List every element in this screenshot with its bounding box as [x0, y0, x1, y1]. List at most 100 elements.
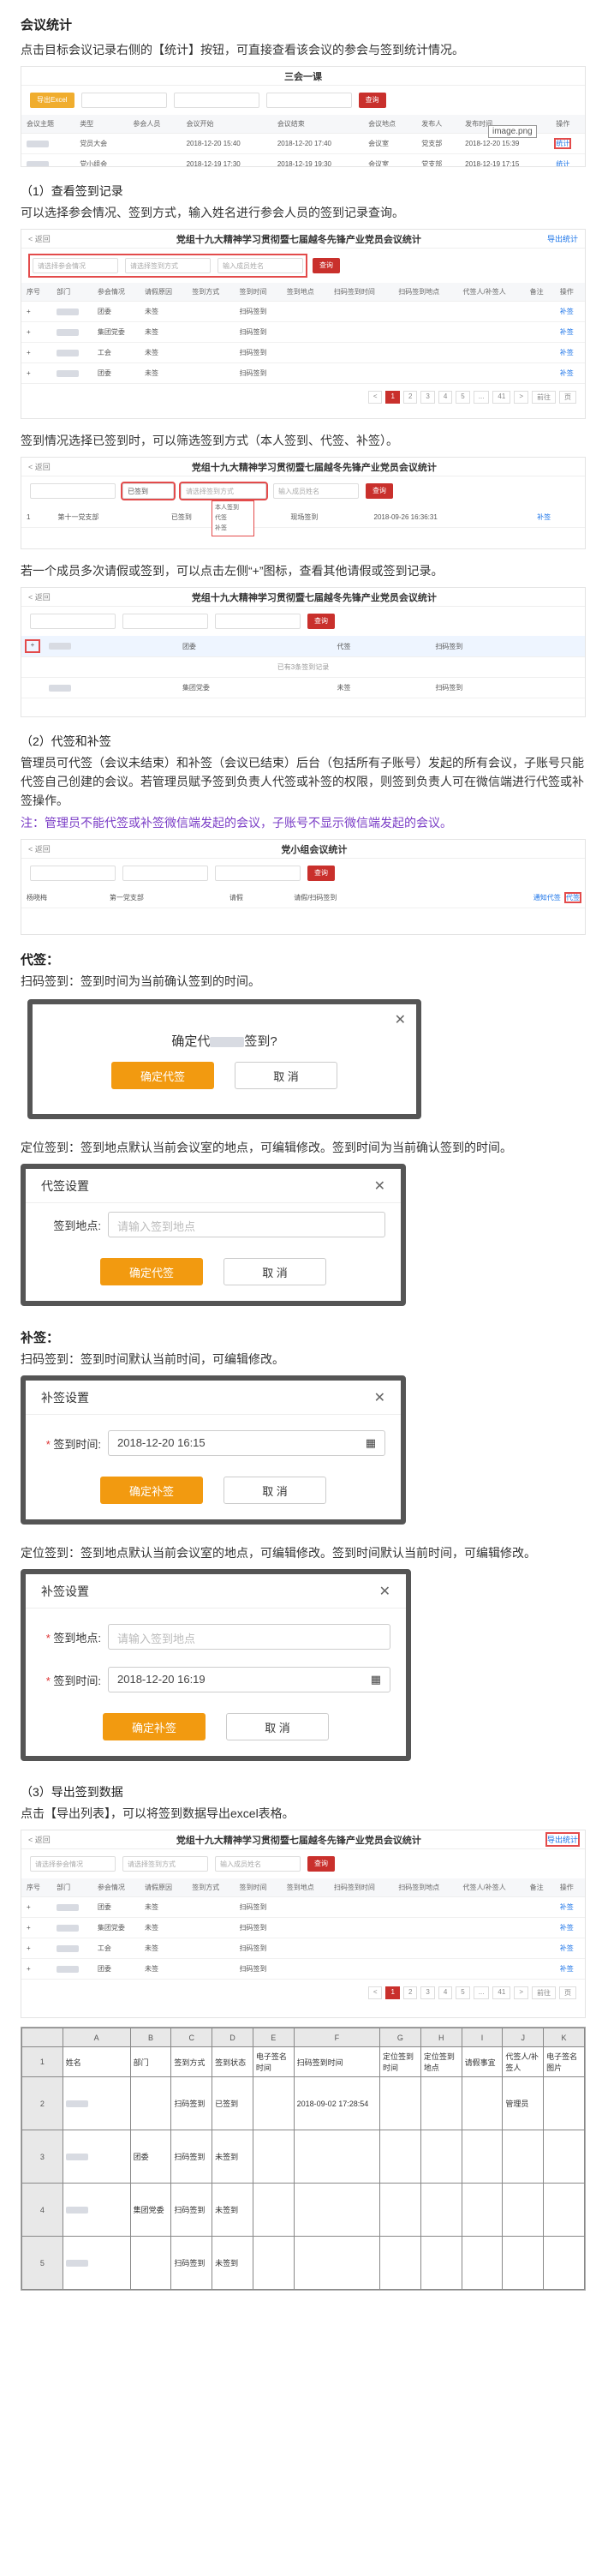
expand-icon[interactable]: + — [21, 1917, 52, 1938]
name-input[interactable]: 输入成员姓名 — [218, 258, 303, 273]
search-button[interactable]: 查询 — [307, 866, 335, 881]
pager-item[interactable]: > — [514, 1986, 528, 1999]
pager-item[interactable]: 页 — [559, 391, 576, 404]
tab-label[interactable]: 三会一课 — [28, 69, 578, 83]
search-button[interactable]: 查询 — [307, 1856, 335, 1872]
confirm-supplement-button[interactable]: 确定补签 — [103, 1713, 206, 1740]
close-icon[interactable]: ✕ — [395, 1011, 406, 1028]
mode-select[interactable]: 请选择签到方式 — [125, 258, 211, 273]
location-input[interactable]: 请输入签到地点 — [108, 1212, 385, 1237]
pager-item[interactable]: 41 — [492, 391, 511, 404]
pager-item[interactable]: ... — [473, 1986, 490, 1999]
confirm-supplement-button[interactable]: 确定补签 — [100, 1477, 203, 1504]
confirm-proxy-button[interactable]: 确定代签 — [100, 1258, 203, 1285]
search-button[interactable]: 查询 — [358, 93, 386, 108]
close-icon[interactable]: ✕ — [374, 1177, 385, 1195]
proxy-sign-link[interactable]: 代签 — [564, 892, 581, 903]
pager-item[interactable]: 2 — [402, 391, 418, 404]
filter-box[interactable] — [215, 866, 301, 881]
cancel-button[interactable]: 取 消 — [235, 1062, 337, 1089]
supplement-link[interactable]: 补签 — [554, 1958, 585, 1980]
expand-plus-icon[interactable]: + — [25, 639, 40, 653]
supplement-link[interactable]: 补签 — [554, 1917, 585, 1938]
dropdown-option[interactable]: 补签 — [215, 524, 251, 534]
pager-item[interactable]: 前往 — [532, 391, 556, 404]
pager-item[interactable]: 1 — [385, 391, 400, 404]
pager-item[interactable]: 前往 — [532, 1986, 556, 1999]
back-link[interactable]: < 返回 — [28, 233, 51, 244]
expand-icon[interactable]: + — [21, 321, 52, 343]
search-button[interactable]: 查询 — [307, 614, 335, 629]
expand-icon[interactable]: + — [21, 342, 52, 363]
filter-box[interactable] — [30, 866, 116, 881]
expand-icon[interactable]: + — [21, 1958, 52, 1980]
pager-item[interactable]: 2 — [402, 1986, 418, 1999]
name-input[interactable]: 输入成员姓名 — [215, 1856, 301, 1872]
filter-box[interactable] — [122, 866, 208, 881]
pager-item[interactable]: 4 — [438, 391, 453, 404]
filter-box[interactable] — [215, 614, 301, 629]
mode-select[interactable]: 请选择签到方式 — [179, 482, 268, 500]
cancel-button[interactable]: 取 消 — [226, 1713, 329, 1740]
pager-item[interactable]: 3 — [420, 1986, 435, 1999]
table-cell — [461, 2130, 504, 2184]
pager-item[interactable]: 1 — [385, 1986, 400, 1999]
pager-item[interactable]: 页 — [559, 1986, 576, 1999]
supplement-link[interactable]: 补签 — [554, 321, 585, 343]
supplement-link[interactable]: 补签 — [554, 301, 585, 322]
dropdown-option[interactable]: 本人签到 — [215, 503, 251, 513]
table-cell — [293, 2130, 381, 2184]
pager-item[interactable]: 5 — [456, 1986, 470, 1999]
proxy-setting-dialog: 代签设置 ✕ 签到地点: 请输入签到地点 确定代签 取 消 — [21, 1164, 406, 1306]
mode-select[interactable]: 请选择签到方式 — [122, 1856, 208, 1872]
export-button[interactable]: 导出Excel — [30, 93, 74, 108]
time-input[interactable]: 2018-12-20 16:19 ▦ — [108, 1667, 390, 1692]
supplement-link[interactable]: 补签 — [532, 507, 585, 528]
pager-item[interactable]: < — [367, 1986, 383, 1999]
back-link[interactable]: < 返回 — [28, 843, 51, 854]
stat-link[interactable]: 统计 — [554, 138, 572, 149]
status-select[interactable]: 请选择参会情况 — [30, 1856, 116, 1872]
filter-box[interactable] — [30, 614, 116, 629]
dropdown-option[interactable]: 代签 — [215, 513, 251, 524]
close-icon[interactable]: ✕ — [379, 1583, 390, 1600]
cancel-button[interactable]: 取 消 — [224, 1258, 326, 1285]
status-select[interactable]: 请选择参会情况 — [33, 258, 118, 273]
time-input[interactable]: 2018-12-20 16:15 ▦ — [108, 1430, 385, 1456]
search-button[interactable]: 查询 — [313, 258, 340, 273]
supplement-link[interactable]: 补签 — [554, 1938, 585, 1959]
close-icon[interactable]: ✕ — [374, 1389, 385, 1406]
pager-item[interactable]: ... — [473, 391, 490, 404]
pager-item[interactable]: > — [514, 391, 528, 404]
expand-icon[interactable]: + — [21, 362, 52, 384]
back-link[interactable]: < 返回 — [28, 1834, 51, 1845]
filter-box[interactable] — [30, 483, 116, 499]
name-input[interactable]: 输入成员姓名 — [273, 483, 359, 499]
expand-icon[interactable]: + — [21, 301, 52, 322]
supplement-link[interactable]: 补签 — [554, 1896, 585, 1918]
cancel-button[interactable]: 取 消 — [224, 1477, 326, 1504]
filter-box[interactable] — [265, 93, 352, 108]
expand-icon[interactable]: + — [21, 1938, 52, 1959]
status-select[interactable]: 已签到 — [121, 482, 176, 500]
expand-icon[interactable]: + — [21, 1896, 52, 1918]
supplement-link[interactable]: 补签 — [554, 342, 585, 363]
export-link[interactable]: 导出统计 — [545, 1832, 581, 1847]
supplement-link[interactable]: 补签 — [554, 362, 585, 384]
stat-link[interactable]: 统计 — [556, 160, 569, 166]
filter-box[interactable] — [173, 93, 259, 108]
search-button[interactable]: 查询 — [366, 483, 393, 499]
export-link[interactable]: 导出统计 — [547, 233, 578, 244]
back-link[interactable]: < 返回 — [28, 591, 51, 602]
pager-item[interactable]: < — [367, 391, 383, 404]
notify-proxy-link[interactable]: 通知代签 — [533, 894, 561, 902]
location-input[interactable]: 请输入签到地点 — [108, 1624, 390, 1650]
confirm-proxy-button[interactable]: 确定代签 — [111, 1062, 214, 1089]
filter-box[interactable] — [80, 93, 167, 108]
pager-item[interactable]: 5 — [456, 391, 470, 404]
pager-item[interactable]: 41 — [492, 1986, 511, 1999]
pager-item[interactable]: 3 — [420, 391, 435, 404]
back-link[interactable]: < 返回 — [28, 461, 51, 472]
filter-box[interactable] — [122, 614, 208, 629]
pager-item[interactable]: 4 — [438, 1986, 453, 1999]
